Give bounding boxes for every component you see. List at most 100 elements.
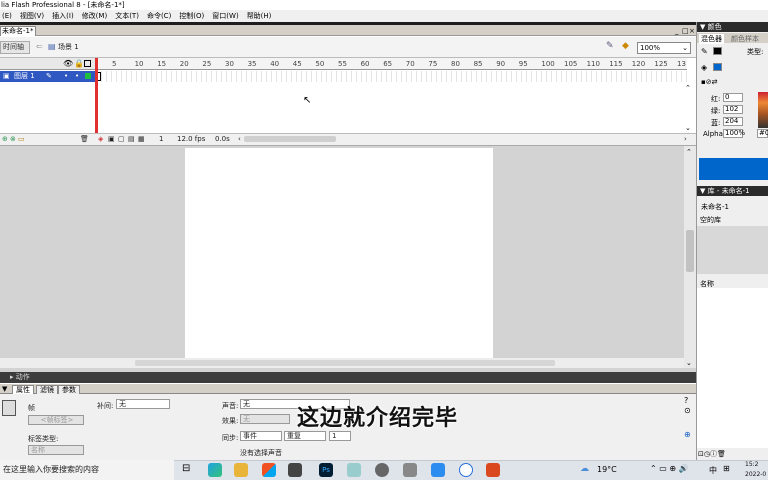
- fill-swatch[interactable]: [713, 63, 722, 71]
- label-type-select[interactable]: 名称: [28, 445, 84, 455]
- onion-skin-icon[interactable]: ▣: [108, 135, 115, 143]
- stroke-color-icon[interactable]: ✎: [701, 47, 708, 56]
- edit-multiple-icon[interactable]: ▤: [128, 135, 135, 143]
- help-icon[interactable]: ?: [684, 396, 688, 405]
- menu-window[interactable]: 窗口(W): [210, 11, 244, 21]
- onion-markers-icon[interactable]: ▦: [138, 135, 145, 143]
- edit-symbol-icon[interactable]: ◆: [622, 41, 629, 51]
- scroll-down-icon[interactable]: ⌄: [685, 124, 691, 132]
- stage-hscroll-thumb[interactable]: [135, 360, 555, 366]
- bird-app-icon[interactable]: [431, 463, 445, 477]
- tween-select[interactable]: 无: [116, 399, 170, 409]
- color-panel-header[interactable]: ▼ 颜色: [697, 22, 768, 32]
- ime-icon[interactable]: ⊞: [723, 464, 730, 473]
- alpha-input[interactable]: 100%: [723, 129, 745, 138]
- menu-text[interactable]: 文本(T): [113, 11, 145, 21]
- scroll-left-icon[interactable]: ‹: [238, 135, 241, 143]
- menu-insert[interactable]: 插入(I): [50, 11, 80, 21]
- repeat-count-input[interactable]: 1: [329, 431, 351, 441]
- lock-icon[interactable]: 🔒: [74, 59, 84, 68]
- browser-icon[interactable]: [459, 463, 473, 477]
- stage-scroll-up-icon[interactable]: ⌃: [686, 148, 692, 156]
- actions-panel-header[interactable]: ▸ 动作: [0, 372, 696, 383]
- timeline-toggle-button[interactable]: 时间轴: [0, 41, 30, 54]
- edge-icon[interactable]: [208, 463, 222, 477]
- flash-icon[interactable]: [486, 463, 500, 477]
- lock-dot[interactable]: •: [75, 71, 79, 82]
- playhead[interactable]: [95, 58, 98, 144]
- stage-vscroll-thumb[interactable]: [686, 230, 694, 272]
- taskbar-clock[interactable]: 15:2 2022-0: [745, 460, 766, 480]
- effect-select[interactable]: 无: [240, 414, 290, 424]
- game-icon[interactable]: [403, 463, 417, 477]
- onion-outline-icon[interactable]: ▢: [118, 135, 125, 143]
- layer-row[interactable]: ▣ 图层 1 ✎ • •: [0, 71, 96, 82]
- sync-select[interactable]: 事件: [240, 431, 282, 441]
- tab-parameters[interactable]: 参数: [58, 385, 80, 394]
- library-toolbar-icons[interactable]: ⊡◷ⓘ🗑: [698, 449, 726, 459]
- stage-scroll-down-icon[interactable]: ⌄: [686, 359, 692, 367]
- library-list[interactable]: [697, 288, 768, 448]
- doc-close-button[interactable]: ×: [689, 26, 695, 36]
- photoshop-icon[interactable]: Ps: [319, 463, 333, 477]
- menu-control[interactable]: 控制(O): [177, 11, 210, 21]
- stage-canvas[interactable]: [185, 148, 493, 358]
- menu-view[interactable]: 视图(V): [18, 11, 50, 21]
- file-explorer-icon[interactable]: [234, 463, 248, 477]
- tab-color-mixer[interactable]: 混色器: [699, 34, 724, 44]
- notes-icon[interactable]: [347, 463, 361, 477]
- repeat-select[interactable]: 重复: [284, 431, 326, 441]
- frame-rate[interactable]: 12.0 fps: [177, 135, 205, 143]
- center-frame-icon[interactable]: ◈: [98, 135, 103, 143]
- task-view-icon[interactable]: ⊟: [182, 463, 190, 474]
- expand-icon[interactable]: ⊕: [684, 430, 691, 439]
- menu-edit[interactable]: (E): [0, 12, 18, 20]
- trash-icon[interactable]: 🗑: [80, 135, 89, 143]
- color-spectrum[interactable]: [758, 92, 768, 128]
- green-input[interactable]: 102: [723, 105, 743, 114]
- menu-help[interactable]: 帮助(H): [245, 11, 278, 21]
- fill-color-icon[interactable]: ◈: [701, 63, 707, 72]
- taskbar-search-input[interactable]: 在这里输入你要搜索的内容: [0, 460, 174, 480]
- scroll-up-icon[interactable]: ⌃: [685, 84, 691, 92]
- menu-modify[interactable]: 修改(M): [80, 11, 114, 21]
- tab-properties[interactable]: 属性: [12, 385, 34, 394]
- tab-filters[interactable]: 滤镜: [36, 385, 58, 394]
- scroll-right-icon[interactable]: ›: [684, 135, 687, 143]
- tray-icons[interactable]: ⌃ ▭ ⊕ 🔊: [650, 464, 689, 473]
- frame-ruler[interactable]: 5 10 15 20 25 30 35 40 45 50 55 60 65 70 75 80 85 90 95 100…: [97, 58, 687, 70]
- hex-input[interactable]: #00: [757, 129, 768, 138]
- swap-colors-icon[interactable]: ▪⊘⇄: [701, 78, 717, 86]
- red-input[interactable]: 0: [723, 93, 743, 102]
- app-icon[interactable]: [288, 463, 302, 477]
- library-panel-header[interactable]: ▼ 库 - 未命名-1: [697, 186, 768, 196]
- add-layer-icon[interactable]: ⊕: [2, 135, 8, 143]
- store-icon[interactable]: [262, 463, 276, 477]
- outline-color-swatch[interactable]: [85, 73, 91, 79]
- doc-minimize-button[interactable]: _: [675, 26, 679, 36]
- collapse-icon[interactable]: ▼: [2, 385, 7, 393]
- tab-color-swatches[interactable]: 颜色样本: [731, 34, 759, 44]
- blue-input[interactable]: 204: [723, 117, 743, 126]
- clock-app-icon[interactable]: [375, 463, 389, 477]
- add-folder-icon[interactable]: ▭: [18, 135, 25, 143]
- zoom-select[interactable]: 100% ⌄: [637, 42, 691, 54]
- stroke-swatch[interactable]: [713, 47, 722, 55]
- visible-dot[interactable]: •: [64, 71, 68, 82]
- layer-name[interactable]: 图层 1: [14, 72, 35, 80]
- frame-name-input[interactable]: <帧标签>: [28, 415, 84, 425]
- back-arrow-icon[interactable]: ⇐: [36, 42, 43, 51]
- add-guide-icon[interactable]: ⊗: [10, 135, 16, 143]
- options-icon[interactable]: ⊙: [684, 406, 691, 415]
- outline-icon[interactable]: [84, 60, 91, 67]
- document-tab[interactable]: 未命名-1*: [0, 26, 36, 36]
- eye-icon[interactable]: 👁: [63, 59, 73, 68]
- input-language[interactable]: 中: [709, 465, 717, 476]
- menu-commands[interactable]: 命令(C): [145, 11, 177, 21]
- weather-cloud-icon[interactable]: ☁: [580, 464, 589, 474]
- edit-scene-icon[interactable]: ✎: [606, 41, 614, 51]
- doc-restore-button[interactable]: □: [682, 26, 689, 36]
- weather-temp[interactable]: 19°C: [597, 465, 617, 474]
- timeline-scrollbar-thumb[interactable]: [244, 136, 336, 142]
- frames-row[interactable]: [97, 71, 687, 82]
